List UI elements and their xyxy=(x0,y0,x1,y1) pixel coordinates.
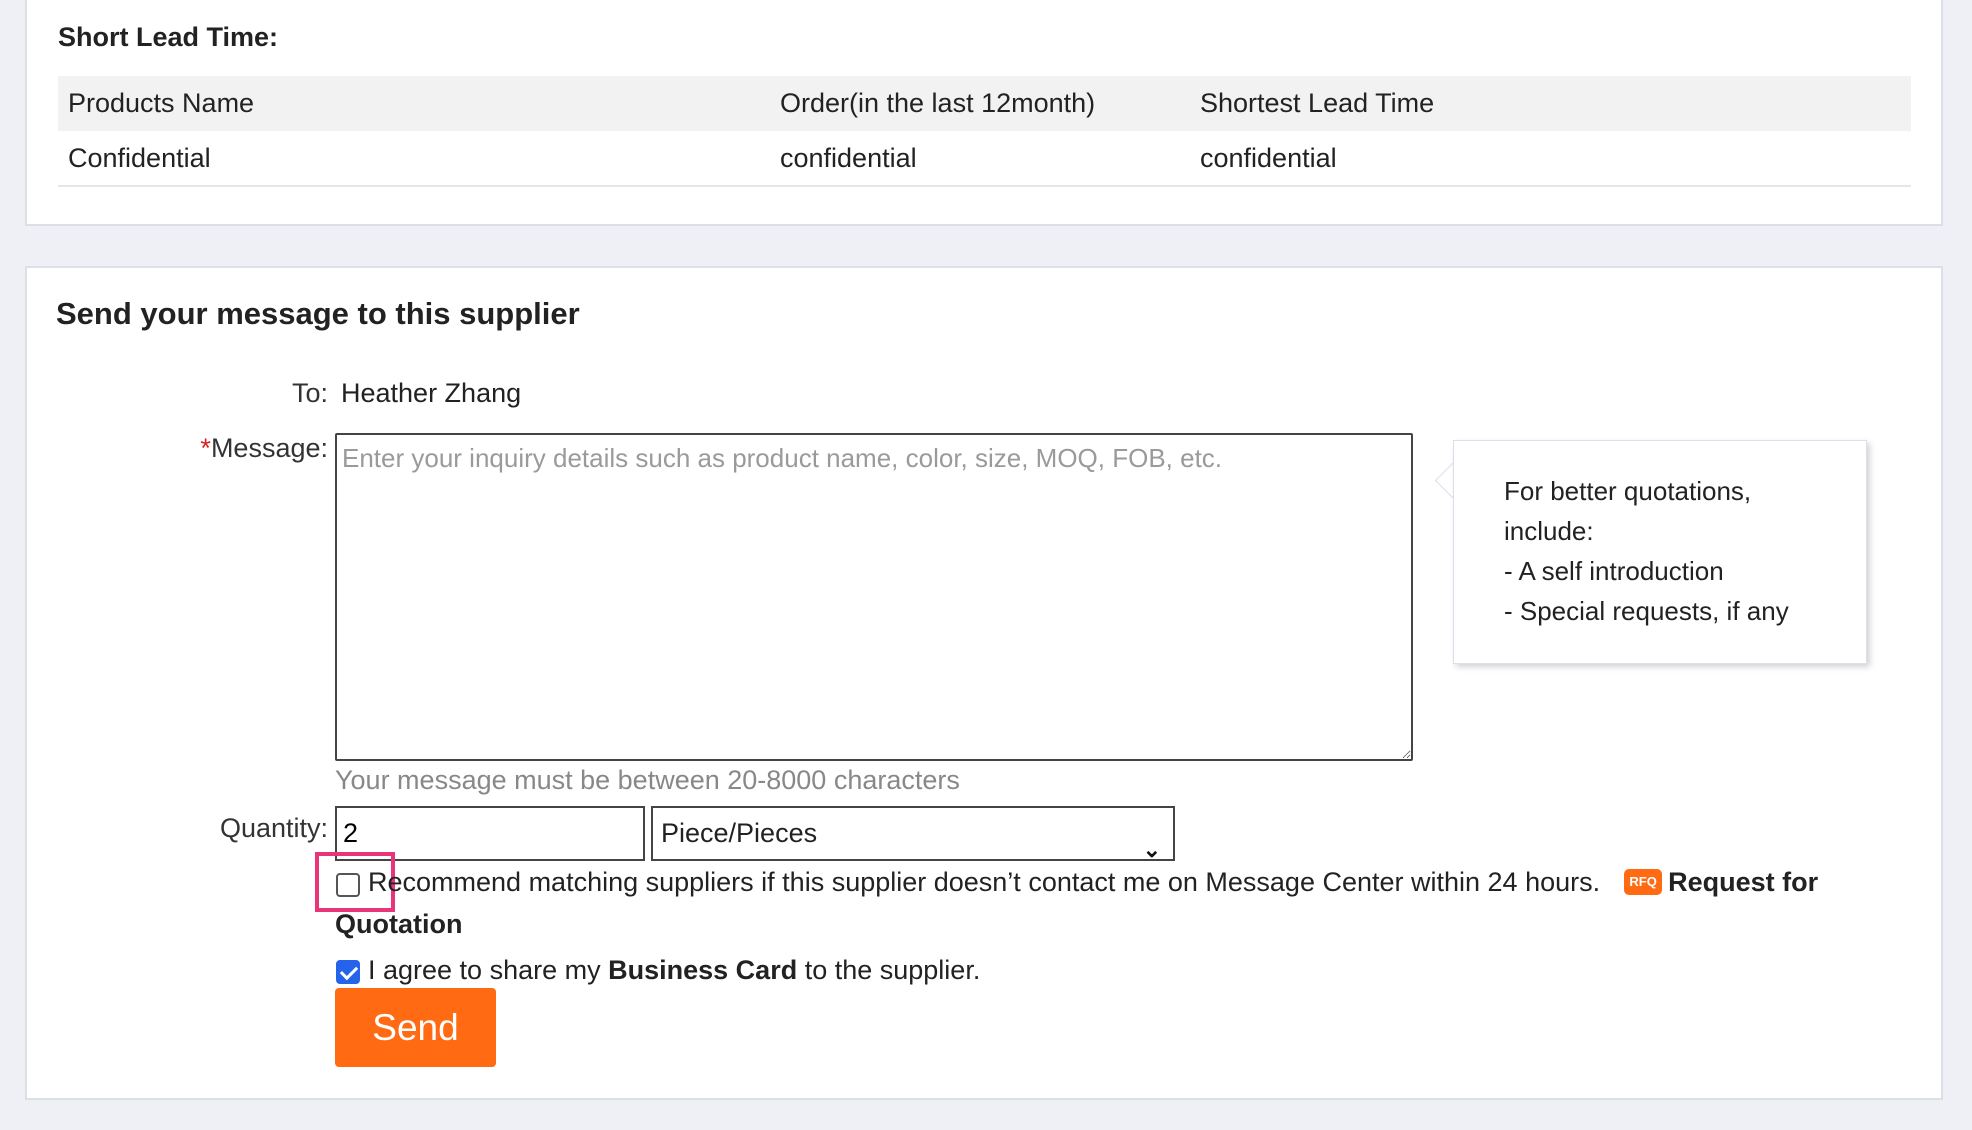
required-mark: * xyxy=(200,433,211,463)
hint-line: For better quotations, xyxy=(1504,476,1752,506)
recipient-name: Heather Zhang xyxy=(341,378,522,408)
agree-text: I agree to share my Business Card to the… xyxy=(368,955,980,986)
message-section-title: Send your message to this supplier xyxy=(56,296,580,331)
rfq-link-continued[interactable]: Quotation xyxy=(335,909,462,940)
table-header-row: Products Name Order(in the last 12month)… xyxy=(58,76,1911,131)
column-header-order: Order(in the last 12month) xyxy=(770,76,1190,131)
message-length-note: Your message must be between 20-8000 cha… xyxy=(335,765,960,795)
checkmark-icon xyxy=(339,961,359,981)
cell-lead-time: confidential xyxy=(1190,131,1911,187)
quotation-tips-box: For better quotations, include: - A self… xyxy=(1453,440,1867,664)
column-header-lead-time: Shortest Lead Time xyxy=(1190,76,1911,131)
business-card-text: Business Card xyxy=(608,955,798,985)
message-label-text: Message: xyxy=(210,433,328,463)
quantity-label: Quantity: xyxy=(219,813,328,843)
agree-prefix: I agree to share my xyxy=(368,955,609,985)
agree-suffix: to the supplier. xyxy=(797,955,981,985)
cell-order: confidential xyxy=(770,131,1190,187)
message-panel: Send your message to this supplier To: H… xyxy=(25,266,1943,1100)
rfq-icon: RFQ xyxy=(1624,868,1663,895)
hint-line: - Special requests, if any xyxy=(1504,596,1789,626)
to-label: To: xyxy=(291,378,328,408)
lead-time-table: Products Name Order(in the last 12month)… xyxy=(58,76,1911,187)
share-business-card-checkbox[interactable] xyxy=(336,960,360,984)
message-label: *Message: xyxy=(200,433,328,464)
unit-select[interactable]: Piece/Pieces ⌄ xyxy=(651,806,1175,862)
table-row: Confidential confidential confidential xyxy=(58,131,1911,187)
recommend-text: Recommend matching suppliers if this sup… xyxy=(368,867,1818,899)
lead-time-title: Short Lead Time: xyxy=(58,22,279,52)
hint-line: include: xyxy=(1504,516,1594,546)
column-header-products-name: Products Name xyxy=(58,76,770,131)
cell-products-name: Confidential xyxy=(58,131,770,187)
recommend-label: Recommend matching suppliers if this sup… xyxy=(368,867,1601,897)
unit-select-value: Piece/Pieces xyxy=(661,818,818,848)
hint-line: - A self introduction xyxy=(1504,556,1724,586)
message-textarea[interactable] xyxy=(335,433,1413,761)
lead-time-panel: Short Lead Time: Products Name Order(in … xyxy=(25,0,1943,226)
rfq-link[interactable]: Request for xyxy=(1668,867,1818,897)
send-button[interactable]: Send xyxy=(335,988,496,1067)
